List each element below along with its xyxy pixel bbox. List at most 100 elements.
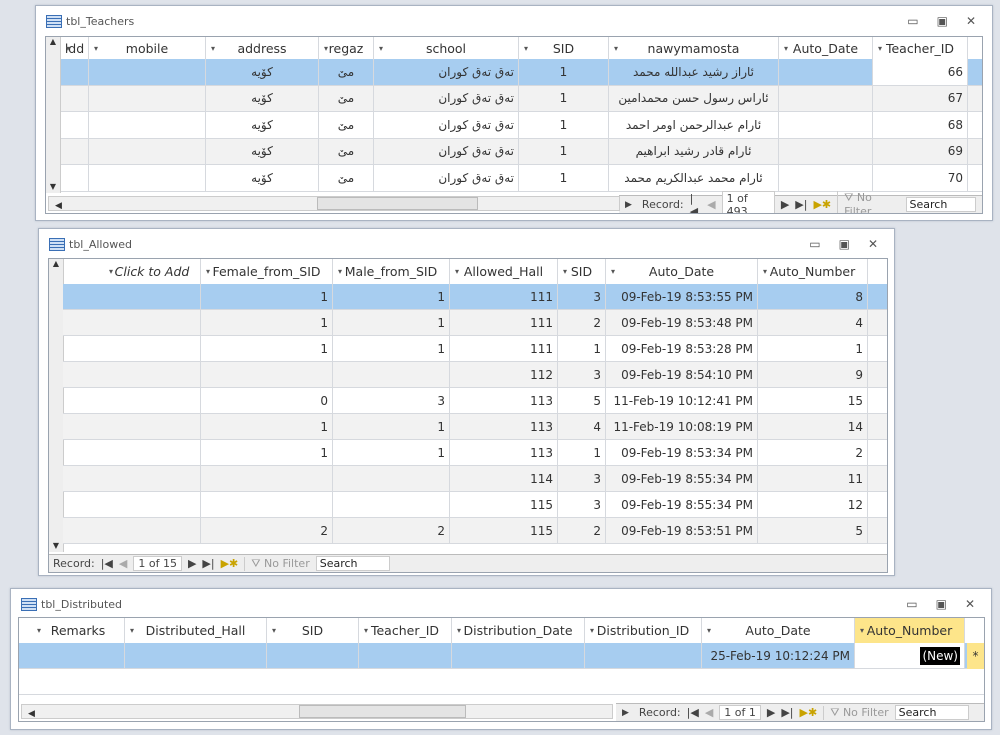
table-cell[interactable] (104, 466, 201, 491)
table-cell[interactable] (61, 138, 89, 164)
table-cell[interactable] (359, 643, 452, 668)
column-dropdown-icon[interactable]: ▾ (130, 626, 134, 635)
table-cell[interactable]: 2 (558, 518, 606, 543)
table-cell[interactable] (201, 362, 333, 387)
table-cell[interactable] (104, 362, 201, 387)
no-filter-button[interactable]: ⛛ No Filter (823, 705, 889, 720)
table-cell[interactable]: 09-Feb-19 8:53:55 PM (606, 284, 758, 309)
search-input[interactable]: Search (905, 197, 977, 212)
previous-record-icon[interactable]: ◀ (119, 557, 127, 570)
new-record-icon[interactable]: ▶✱ (813, 198, 831, 211)
previous-record-icon[interactable]: ◀ (707, 198, 715, 211)
column-dropdown-icon[interactable]: ▾ (94, 44, 98, 53)
table-cell[interactable] (452, 643, 585, 668)
scroll-right-icon[interactable]: ▶ (625, 200, 632, 210)
table-row[interactable]: 1 1 111 3 09-Feb-19 8:53:55 PM 8 (63, 284, 887, 310)
table-cell[interactable]: 0 (201, 388, 333, 413)
column-dropdown-icon[interactable]: ▾ (324, 44, 328, 53)
table-cell[interactable]: ئارام محمد عبدالكريم محمد (609, 165, 779, 191)
table-cell[interactable] (779, 59, 873, 85)
table-cell[interactable]: 69 (873, 138, 968, 164)
column-header-mobile[interactable]: ▾ mobile (89, 37, 206, 59)
last-record-icon[interactable]: ▶| (202, 557, 214, 570)
table-cell[interactable]: 09-Feb-19 8:54:10 PM (606, 362, 758, 387)
table-row[interactable]: 25-Feb-19 10:12:24 PM (New) (19, 643, 984, 669)
column-header-sid[interactable]: ▾ SID (267, 618, 359, 643)
table-row[interactable]: 112 3 09-Feb-19 8:54:10 PM 9 (63, 362, 887, 388)
table-cell[interactable]: ئاراز رشيد عبدالله محمد (609, 59, 779, 85)
table-cell[interactable]: 9 (758, 362, 868, 387)
table-cell[interactable]: 111 (450, 310, 558, 335)
first-record-icon[interactable]: |◀ (101, 557, 113, 570)
table-cell[interactable] (104, 336, 201, 361)
column-header-female-from-sid[interactable]: ▾ Female_from_SID (201, 259, 333, 284)
scroll-right-icon[interactable]: ▶ (622, 708, 629, 718)
table-row[interactable]: 2 2 115 2 09-Feb-19 8:53:51 PM 5 (63, 518, 887, 544)
table-cell[interactable] (89, 85, 206, 111)
table-cell[interactable]: 09-Feb-19 8:53:28 PM (606, 336, 758, 361)
column-header-regaz[interactable]: ▾ regaz (319, 37, 374, 59)
close-icon[interactable]: ✕ (965, 597, 975, 611)
column-header-auto-date[interactable]: ▾ Auto_Date (702, 618, 855, 643)
table-cell[interactable]: 1 (519, 138, 609, 164)
vertical-scrollbar[interactable]: ▲ ▼ (46, 37, 61, 193)
table-cell[interactable]: مێ (319, 138, 374, 164)
table-cell[interactable]: 11-Feb-19 10:08:19 PM (606, 414, 758, 439)
scroll-up-icon[interactable]: ▲ (46, 37, 60, 46)
table-cell[interactable]: 14 (758, 414, 868, 439)
table-cell[interactable] (104, 518, 201, 543)
table-cell[interactable]: تەق تەق كوران (374, 165, 519, 191)
table-cell[interactable]: 09-Feb-19 8:53:51 PM (606, 518, 758, 543)
table-cell[interactable]: 1 (519, 85, 609, 111)
table-cell[interactable] (61, 112, 89, 138)
column-header-click-to-add[interactable]: ▾ Click to Add (104, 259, 201, 284)
column-dropdown-icon[interactable]: ▾ (109, 267, 113, 276)
table-cell[interactable] (89, 165, 206, 191)
table-cell[interactable]: 113 (450, 440, 558, 465)
table-cell[interactable]: ئارام عبدالرحمن اومر احمد (609, 112, 779, 138)
restore-icon[interactable]: ▣ (937, 14, 948, 28)
table-cell[interactable]: مێ (319, 59, 374, 85)
close-icon[interactable]: ✕ (868, 237, 878, 251)
table-cell[interactable]: 09-Feb-19 8:55:34 PM (606, 492, 758, 517)
table-row[interactable]: كۆيه مێ تەق تەق كوران 1 ئارام عبدالرحمن اومر… (61, 112, 982, 139)
restore-icon[interactable]: ▣ (936, 597, 947, 611)
column-dropdown-icon[interactable]: ▾ (338, 267, 342, 276)
table-cell[interactable]: 1 (333, 310, 450, 335)
table-cell[interactable] (32, 643, 125, 668)
record-position-input[interactable]: 1 of 1 (719, 705, 761, 720)
scroll-left-icon[interactable]: ◀ (22, 709, 35, 719)
table-cell[interactable] (104, 310, 201, 335)
new-record-icon[interactable]: ▶✱ (221, 557, 239, 570)
table-cell[interactable]: 2 (558, 310, 606, 335)
table-cell[interactable]: 1 (201, 414, 333, 439)
empty-row[interactable] (19, 669, 984, 695)
table-row[interactable]: 0 3 113 5 11-Feb-19 10:12:41 PM 15 (63, 388, 887, 414)
horizontal-scrollbar[interactable]: ◀ (21, 704, 613, 719)
scroll-left-icon[interactable]: ◀ (49, 201, 62, 211)
table-cell[interactable] (89, 138, 206, 164)
table-cell[interactable]: 09-Feb-19 8:53:48 PM (606, 310, 758, 335)
table-cell[interactable]: 2 (333, 518, 450, 543)
scroll-thumb[interactable] (316, 197, 479, 210)
table-cell[interactable]: مێ (319, 112, 374, 138)
next-record-icon[interactable]: ▶ (188, 557, 196, 570)
scroll-up-icon[interactable]: ▲ (49, 259, 63, 268)
table-cell[interactable]: تەق تەق كوران (374, 112, 519, 138)
table-row[interactable]: كۆيه مێ تەق تەق كوران 1 ئارام قادر رشيد ابرا… (61, 138, 982, 165)
column-dropdown-icon[interactable]: ▾ (707, 626, 711, 635)
column-header-auto-date[interactable]: ▾ Auto_Date (779, 37, 873, 59)
table-cell[interactable]: 3 (558, 362, 606, 387)
next-record-icon[interactable]: ▶ (781, 198, 789, 211)
table-cell[interactable] (104, 414, 201, 439)
table-cell[interactable] (779, 85, 873, 111)
table-cell[interactable] (585, 643, 702, 668)
table-cell[interactable] (104, 492, 201, 517)
table-cell[interactable]: 68 (873, 112, 968, 138)
table-cell[interactable]: كۆيه (206, 112, 319, 138)
table-cell[interactable] (125, 643, 267, 668)
column-header-teacher-id[interactable]: ▾ Teacher_ID (359, 618, 452, 643)
table-row[interactable]: 1 1 113 4 11-Feb-19 10:08:19 PM 14 (63, 414, 887, 440)
table-cell[interactable]: 1 (333, 336, 450, 361)
column-header-nawymamosta[interactable]: ▾ nawymamosta (609, 37, 779, 59)
